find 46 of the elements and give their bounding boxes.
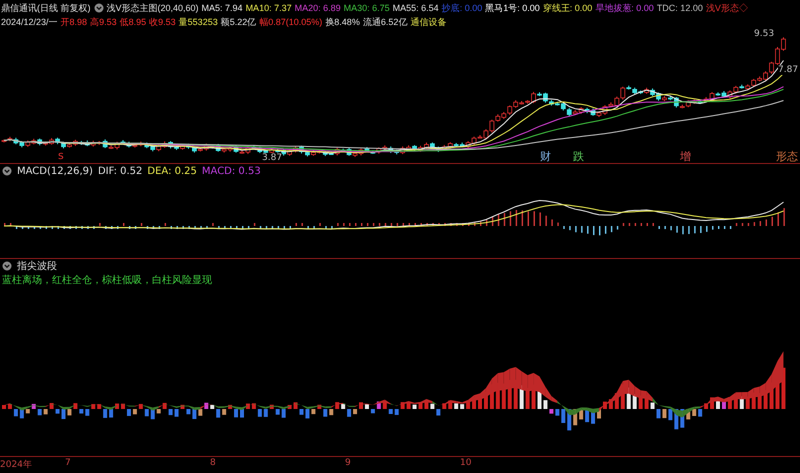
collapse-icon[interactable]: [2, 166, 12, 176]
low-price-label: 3.87: [262, 153, 282, 163]
panel-title: 指尖波段: [17, 260, 57, 273]
quote-value: 额5.22亿: [220, 16, 256, 28]
collapse-icon[interactable]: [94, 3, 104, 13]
quote-value: 低8.95: [120, 16, 146, 28]
quote-value: 高9.53: [90, 16, 117, 28]
indicator-value: MA5: 7.94: [202, 3, 243, 13]
quote-value: 换8.48%: [325, 16, 360, 28]
legend-text: 蓝柱离场，红柱全仓，棕柱低吸，白柱风险显现: [2, 274, 212, 287]
indicator-value: 穿线王: 0.00: [542, 2, 592, 14]
axis-label: 7: [65, 458, 71, 468]
quote-value: 量553253: [178, 16, 218, 28]
axis-label: 9: [345, 458, 351, 468]
high-price-label: 9.53: [754, 29, 774, 39]
quote-date: 2024/12/23/一: [1, 16, 58, 28]
indicator-value: MA55: 6.54: [392, 3, 439, 13]
signal-marker: 跌: [573, 149, 584, 164]
indicator-value: MA20: 6.89: [294, 3, 341, 13]
signal-marker: 财: [540, 149, 551, 164]
indicator-value: 浅V形态◇: [706, 2, 748, 14]
indicator-title: 浅V形态主图(20,40,60): [106, 2, 199, 14]
axis-label: 2024年: [0, 458, 32, 471]
signal-marker: 形态: [776, 149, 798, 164]
quote-value: 通信设备: [410, 16, 446, 28]
quote-value: 幅0.87(10.05%): [259, 16, 322, 28]
price-label: 7.87: [778, 65, 798, 75]
axis-label: 8: [210, 458, 216, 468]
indicator-value: MA30: 6.75: [344, 3, 390, 13]
stock-title: 鼎信通讯(日线 前复权): [1, 2, 90, 14]
macd-value: DIF: 0.52: [98, 166, 142, 176]
axis-label: 10: [460, 458, 472, 468]
macd-value: DEA: 0.25: [147, 166, 197, 176]
quote-value: 开8.98: [60, 16, 88, 28]
quote-value: 收9.53: [149, 16, 176, 28]
indicator-value: MA10: 7.37: [246, 3, 292, 13]
collapse-icon[interactable]: [2, 261, 12, 271]
macd-title: MACD(12,26,9): [17, 166, 93, 176]
indicator-value: 旱地拔葱: 0.00: [595, 2, 654, 14]
indicator-value: 黑马1号: 0.00: [485, 2, 540, 14]
signal-marker: s: [58, 149, 64, 162]
signal-marker: 增: [680, 149, 691, 164]
quote-value: 流通6.52亿: [362, 16, 408, 28]
indicator-value: 抄底: 0.00: [442, 2, 482, 14]
indicator-value: TDC: 12.00: [656, 3, 703, 13]
macd-value: MACD: 0.53: [202, 166, 261, 176]
